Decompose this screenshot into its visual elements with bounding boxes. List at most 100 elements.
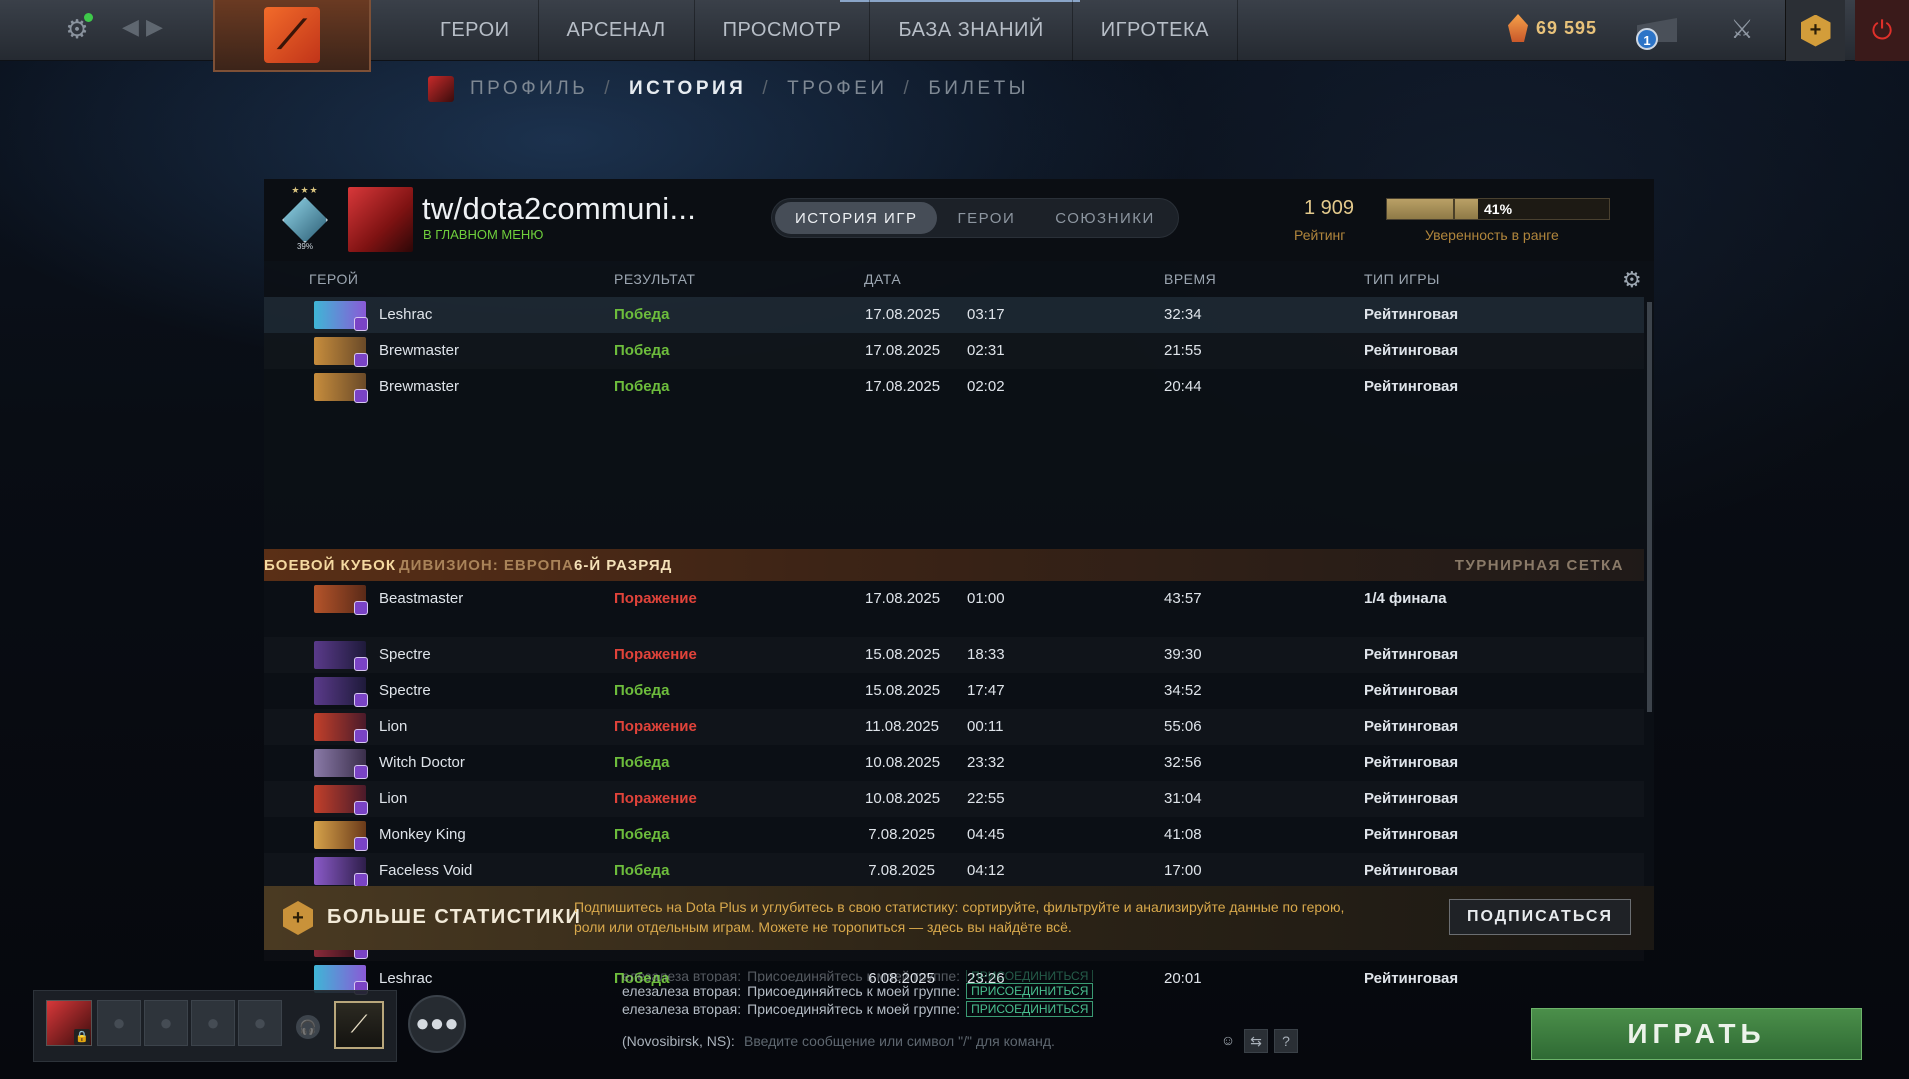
role-icon (354, 837, 368, 851)
battle-cup-division: ДИВИЗИОН: ЕВРОПА (399, 557, 574, 574)
table-row[interactable]: Lion Поражение 11.08.2025 00:11 55:06 Рейтинг… (264, 709, 1644, 745)
col-header-duration[interactable]: ВРЕМЯ (1164, 271, 1216, 287)
main-nav: ГЕРОИ АРСЕНАЛ ПРОСМОТР БАЗА ЗНАНИЙ ИГРОТ… (420, 0, 1238, 61)
table-row[interactable]: Leshrac Победа 17.08.2025 03:17 32:34 Рейтинг… (264, 297, 1644, 333)
join-party-button[interactable]: ПРИСОЕДИНИТЬСЯ (966, 1001, 1094, 1017)
help-icon[interactable]: ? (1274, 1029, 1298, 1053)
table-row[interactable]: Spectre Поражение 15.08.2025 18:33 39:30 Рейт… (264, 637, 1644, 673)
match-time: 01:00 (967, 590, 1005, 607)
join-party-button[interactable]: ПРИСОЕДИНИТЬСЯ (966, 970, 1094, 982)
party-slot-empty[interactable]: ● (191, 1000, 235, 1046)
chat-author: елезалеза вторая: (622, 983, 742, 999)
game-type: Рейтинговая (1364, 646, 1459, 663)
subscribe-button[interactable]: ПОДПИСАТЬСЯ (1449, 899, 1631, 935)
table-row[interactable]: Faceless Void Победа 7.08.2025 04:12 17:00 Ре… (264, 853, 1644, 889)
match-duration: 20:44 (1164, 378, 1202, 395)
armory-icon[interactable]: ⚔ (1727, 14, 1757, 46)
match-time: 03:17 (967, 306, 1005, 323)
subnav-profile[interactable]: ПРОФИЛЬ (470, 78, 588, 100)
scrollbar[interactable] (1647, 302, 1652, 712)
nav-heroes[interactable]: ГЕРОИ (420, 0, 539, 61)
game-type: Рейтинговая (1364, 790, 1459, 807)
chat-settings-icon[interactable]: ⇆ (1244, 1029, 1268, 1053)
power-icon[interactable]: ⏻ (1855, 0, 1909, 61)
table-row[interactable]: Lion Поражение 10.08.2025 22:55 31:04 Рейтинг… (264, 781, 1644, 817)
game-type: Рейтинговая (1364, 682, 1459, 699)
tab-heroes[interactable]: ГЕРОИ (937, 202, 1035, 234)
table-row[interactable]: Spectre Победа 15.08.2025 17:47 34:52 Рейтинг… (264, 673, 1644, 709)
party-slot-empty[interactable]: ● (144, 1000, 188, 1046)
profile-header: ★★★ 39% tw/dota2communi... В ГЛАВНОМ МЕН… (264, 179, 1654, 261)
scrollbar-thumb[interactable] (1647, 302, 1652, 712)
match-result: Поражение (614, 718, 697, 735)
game-type: 1/4 финала (1364, 590, 1447, 607)
nav-arcade[interactable]: ИГРОТЕКА (1073, 0, 1238, 61)
nav-armory[interactable]: АРСЕНАЛ (539, 0, 695, 61)
chat-input[interactable]: Введите сообщение или символ "/" для ком… (744, 1033, 1055, 1049)
subnav-separator: / (762, 78, 772, 99)
chat-text: Присоединяйтесь к моей группе: (747, 970, 961, 982)
gear-icon[interactable]: ⚙ (1622, 267, 1642, 293)
rank-medal-icon[interactable]: ★★★ 39% (272, 185, 338, 253)
friends-icon[interactable]: ●●● (408, 995, 466, 1053)
status-online-dot (84, 13, 93, 22)
nav-learn[interactable]: БАЗА ЗНАНИЙ (870, 0, 1073, 61)
match-result: Победа (614, 306, 670, 323)
shards-display[interactable]: 69 595 (1508, 14, 1597, 42)
subnav-tickets[interactable]: БИЛЕТЫ (928, 78, 1029, 100)
table-row[interactable]: Monkey King Победа 7.08.2025 04:45 41:08 Рейт… (264, 817, 1644, 853)
join-party-button[interactable]: ПРИСОЕДИНИТЬСЯ (966, 983, 1094, 999)
arrow-right-icon[interactable]: ▶ (146, 14, 163, 40)
nav-watch[interactable]: ПРОСМОТР (695, 0, 871, 61)
match-date: 11.08.2025 (865, 718, 939, 735)
match-duration: 21:55 (1164, 342, 1202, 359)
profile-name: tw/dota2communi... (422, 191, 697, 226)
dota-logo-button[interactable]: ⟋ (213, 0, 371, 72)
party-bar: 🔒 ● ● ● ● 🎧 ⟋ (33, 990, 397, 1062)
hero-name: Lion (379, 790, 408, 807)
rating-label: Рейтинг (1294, 227, 1346, 243)
play-button[interactable]: ИГРАТЬ (1531, 1008, 1862, 1060)
hero-name: Witch Doctor (379, 754, 465, 771)
table-row[interactable]: Brewmaster Победа 17.08.2025 02:02 20:44 Рейт… (264, 369, 1644, 405)
headset-icon[interactable]: 🎧 (296, 1015, 320, 1039)
match-time: 04:45 (967, 826, 1005, 843)
emoji-icon[interactable]: ☺ (1216, 1029, 1240, 1053)
party-slot-empty[interactable]: ● (238, 1000, 282, 1046)
subnav-history[interactable]: ИСТОРИЯ (629, 78, 746, 100)
subnav-trophies[interactable]: ТРОФЕИ (787, 78, 887, 100)
rank-stars: ★★★ (291, 185, 319, 195)
shard-icon (1508, 14, 1528, 42)
col-header-date[interactable]: ДАТА (864, 271, 901, 287)
top-bar: ⚙ ◀ ▶ ⟋ ГЕРОИ АРСЕНАЛ ПРОСМОТР БАЗА ЗНАН… (0, 0, 1909, 72)
match-result: Победа (614, 826, 670, 843)
chat-input-bar[interactable]: (Novosibirsk, NS): Введите сообщение или… (622, 1026, 1302, 1056)
table-row[interactable]: Brewmaster Победа 17.08.2025 02:31 21:55 Рейт… (264, 333, 1644, 369)
match-date: 17.08.2025 (865, 306, 941, 323)
col-header-hero[interactable]: ГЕРОЙ (309, 271, 358, 287)
col-header-result[interactable]: РЕЗУЛЬТАТ (614, 271, 695, 287)
chat-author: елезалеза вторая: (622, 970, 742, 982)
party-slot-empty[interactable]: ● (97, 1000, 141, 1046)
avatar (428, 76, 454, 102)
match-date: 15.08.2025 (865, 682, 941, 699)
tab-allies[interactable]: СОЮЗНИКИ (1035, 202, 1175, 234)
avatar[interactable] (348, 187, 413, 252)
promo-description: Подпишитесь на Dota Plus и углубитесь в … (574, 899, 1345, 935)
subnav-separator: / (604, 78, 614, 99)
col-header-game-type[interactable]: ТИП ИГРЫ (1364, 271, 1440, 287)
chat-text: Присоединяйтесь к моей группе: (747, 983, 961, 999)
dota-plus-button[interactable]: + (1785, 0, 1845, 61)
role-icon (354, 693, 368, 707)
bracket-link[interactable]: ТУРНИРНАЯ СЕТКА (1455, 557, 1624, 574)
table-row[interactable]: Witch Doctor Победа 10.08.2025 23:32 32:56 Ре… (264, 745, 1644, 781)
table-row[interactable]: Beastmaster Поражение 17.08.2025 01:00 43:57… (264, 581, 1644, 617)
guild-icon[interactable]: ⟋ (334, 1001, 384, 1049)
tab-match-history[interactable]: ИСТОРИЯ ИГР (775, 202, 938, 234)
chat-channel[interactable]: (Novosibirsk, NS): (622, 1033, 735, 1049)
chat-message: елезалеза вторая: Присоединяйтесь к моей… (622, 970, 1302, 982)
match-duration: 31:04 (1164, 790, 1202, 807)
arrow-left-icon[interactable]: ◀ (122, 14, 139, 40)
hero-name: Brewmaster (379, 378, 460, 395)
rank-percent: 39% (296, 242, 313, 251)
